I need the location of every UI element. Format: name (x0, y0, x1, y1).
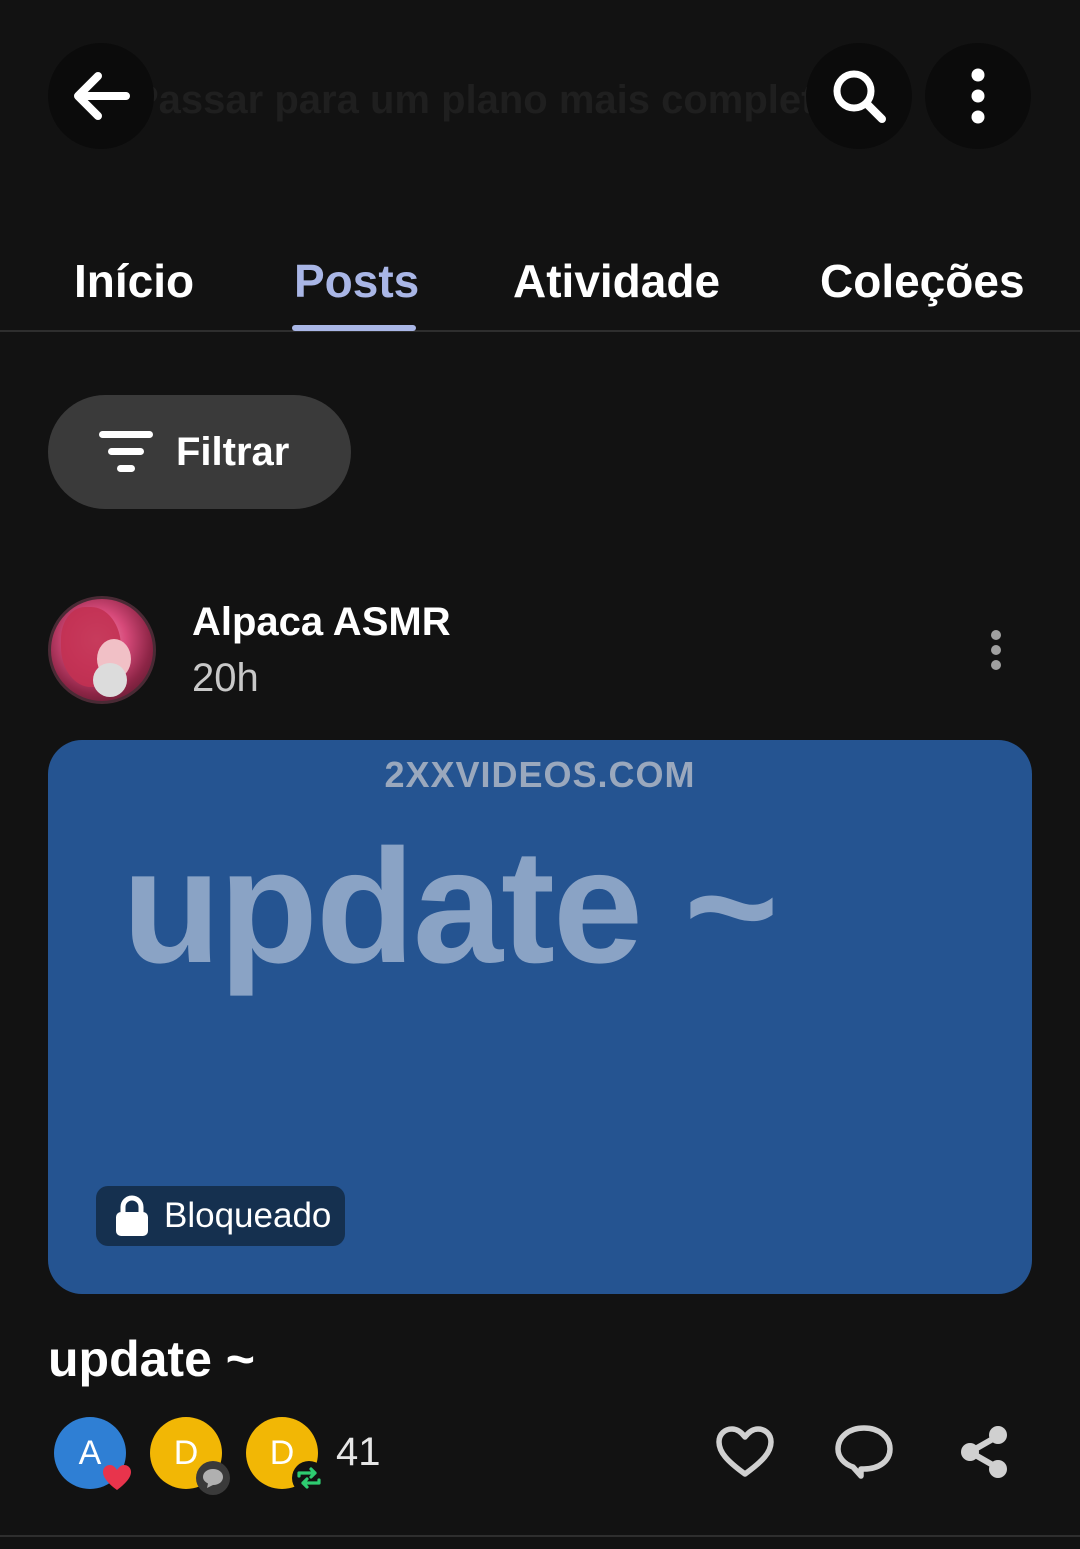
reactor-initial: D (173, 1433, 199, 1472)
more-options-button[interactable] (925, 43, 1031, 149)
reactor-initial: A (78, 1433, 102, 1472)
post-more-button[interactable] (976, 625, 1016, 675)
more-vertical-icon (991, 630, 1001, 640)
heart-icon (100, 1461, 134, 1495)
reactor-avatar[interactable]: D (150, 1417, 230, 1495)
post-timestamp: 20h (192, 656, 259, 700)
post-title[interactable]: update ~ (48, 1330, 255, 1388)
tab-inicio[interactable]: Início (74, 254, 194, 308)
comment-icon (835, 1425, 893, 1479)
lock-icon (116, 1195, 148, 1236)
author-name[interactable]: Alpaca ASMR (192, 600, 451, 645)
back-button[interactable] (48, 43, 154, 149)
active-tab-indicator (292, 325, 416, 331)
creator-page: Passar para um plano mais completo Iníci… (0, 0, 1080, 1549)
reaction-count[interactable]: 41 (336, 1430, 381, 1475)
heart-outline-icon (716, 1426, 774, 1477)
reactor-avatar[interactable]: D (246, 1417, 326, 1495)
post-card[interactable]: 2XXVIDEOS.COM update ~ Bloqueado (48, 740, 1032, 1294)
divider (0, 1535, 1080, 1537)
repost-icon (292, 1461, 326, 1495)
tab-posts[interactable]: Posts (294, 254, 419, 308)
watermark-text: 2XXVIDEOS.COM (384, 754, 696, 795)
comment-button[interactable] (832, 1420, 896, 1484)
card-title: update ~ (122, 816, 779, 997)
author-avatar[interactable] (48, 596, 156, 704)
tab-bar: Início Posts Atividade Coleções (0, 250, 1080, 332)
tab-atividade[interactable]: Atividade (513, 254, 720, 308)
filter-label: Filtrar (176, 429, 290, 474)
filter-button[interactable]: Filtrar (48, 395, 351, 509)
filter-icon (99, 431, 153, 472)
share-icon (961, 1426, 1007, 1478)
like-button[interactable] (713, 1420, 777, 1484)
locked-badge: Bloqueado (96, 1186, 346, 1246)
comment-icon (196, 1461, 230, 1495)
locked-label: Bloqueado (164, 1196, 332, 1235)
reactor-avatar[interactable]: A (54, 1417, 131, 1490)
reactor-initial: D (269, 1433, 295, 1472)
tab-colecoes[interactable]: Coleções (820, 254, 1025, 308)
more-vertical-icon (971, 68, 985, 124)
search-button[interactable] (806, 43, 912, 149)
search-icon (833, 70, 886, 123)
arrow-left-icon (74, 72, 130, 120)
share-button[interactable] (952, 1420, 1016, 1484)
